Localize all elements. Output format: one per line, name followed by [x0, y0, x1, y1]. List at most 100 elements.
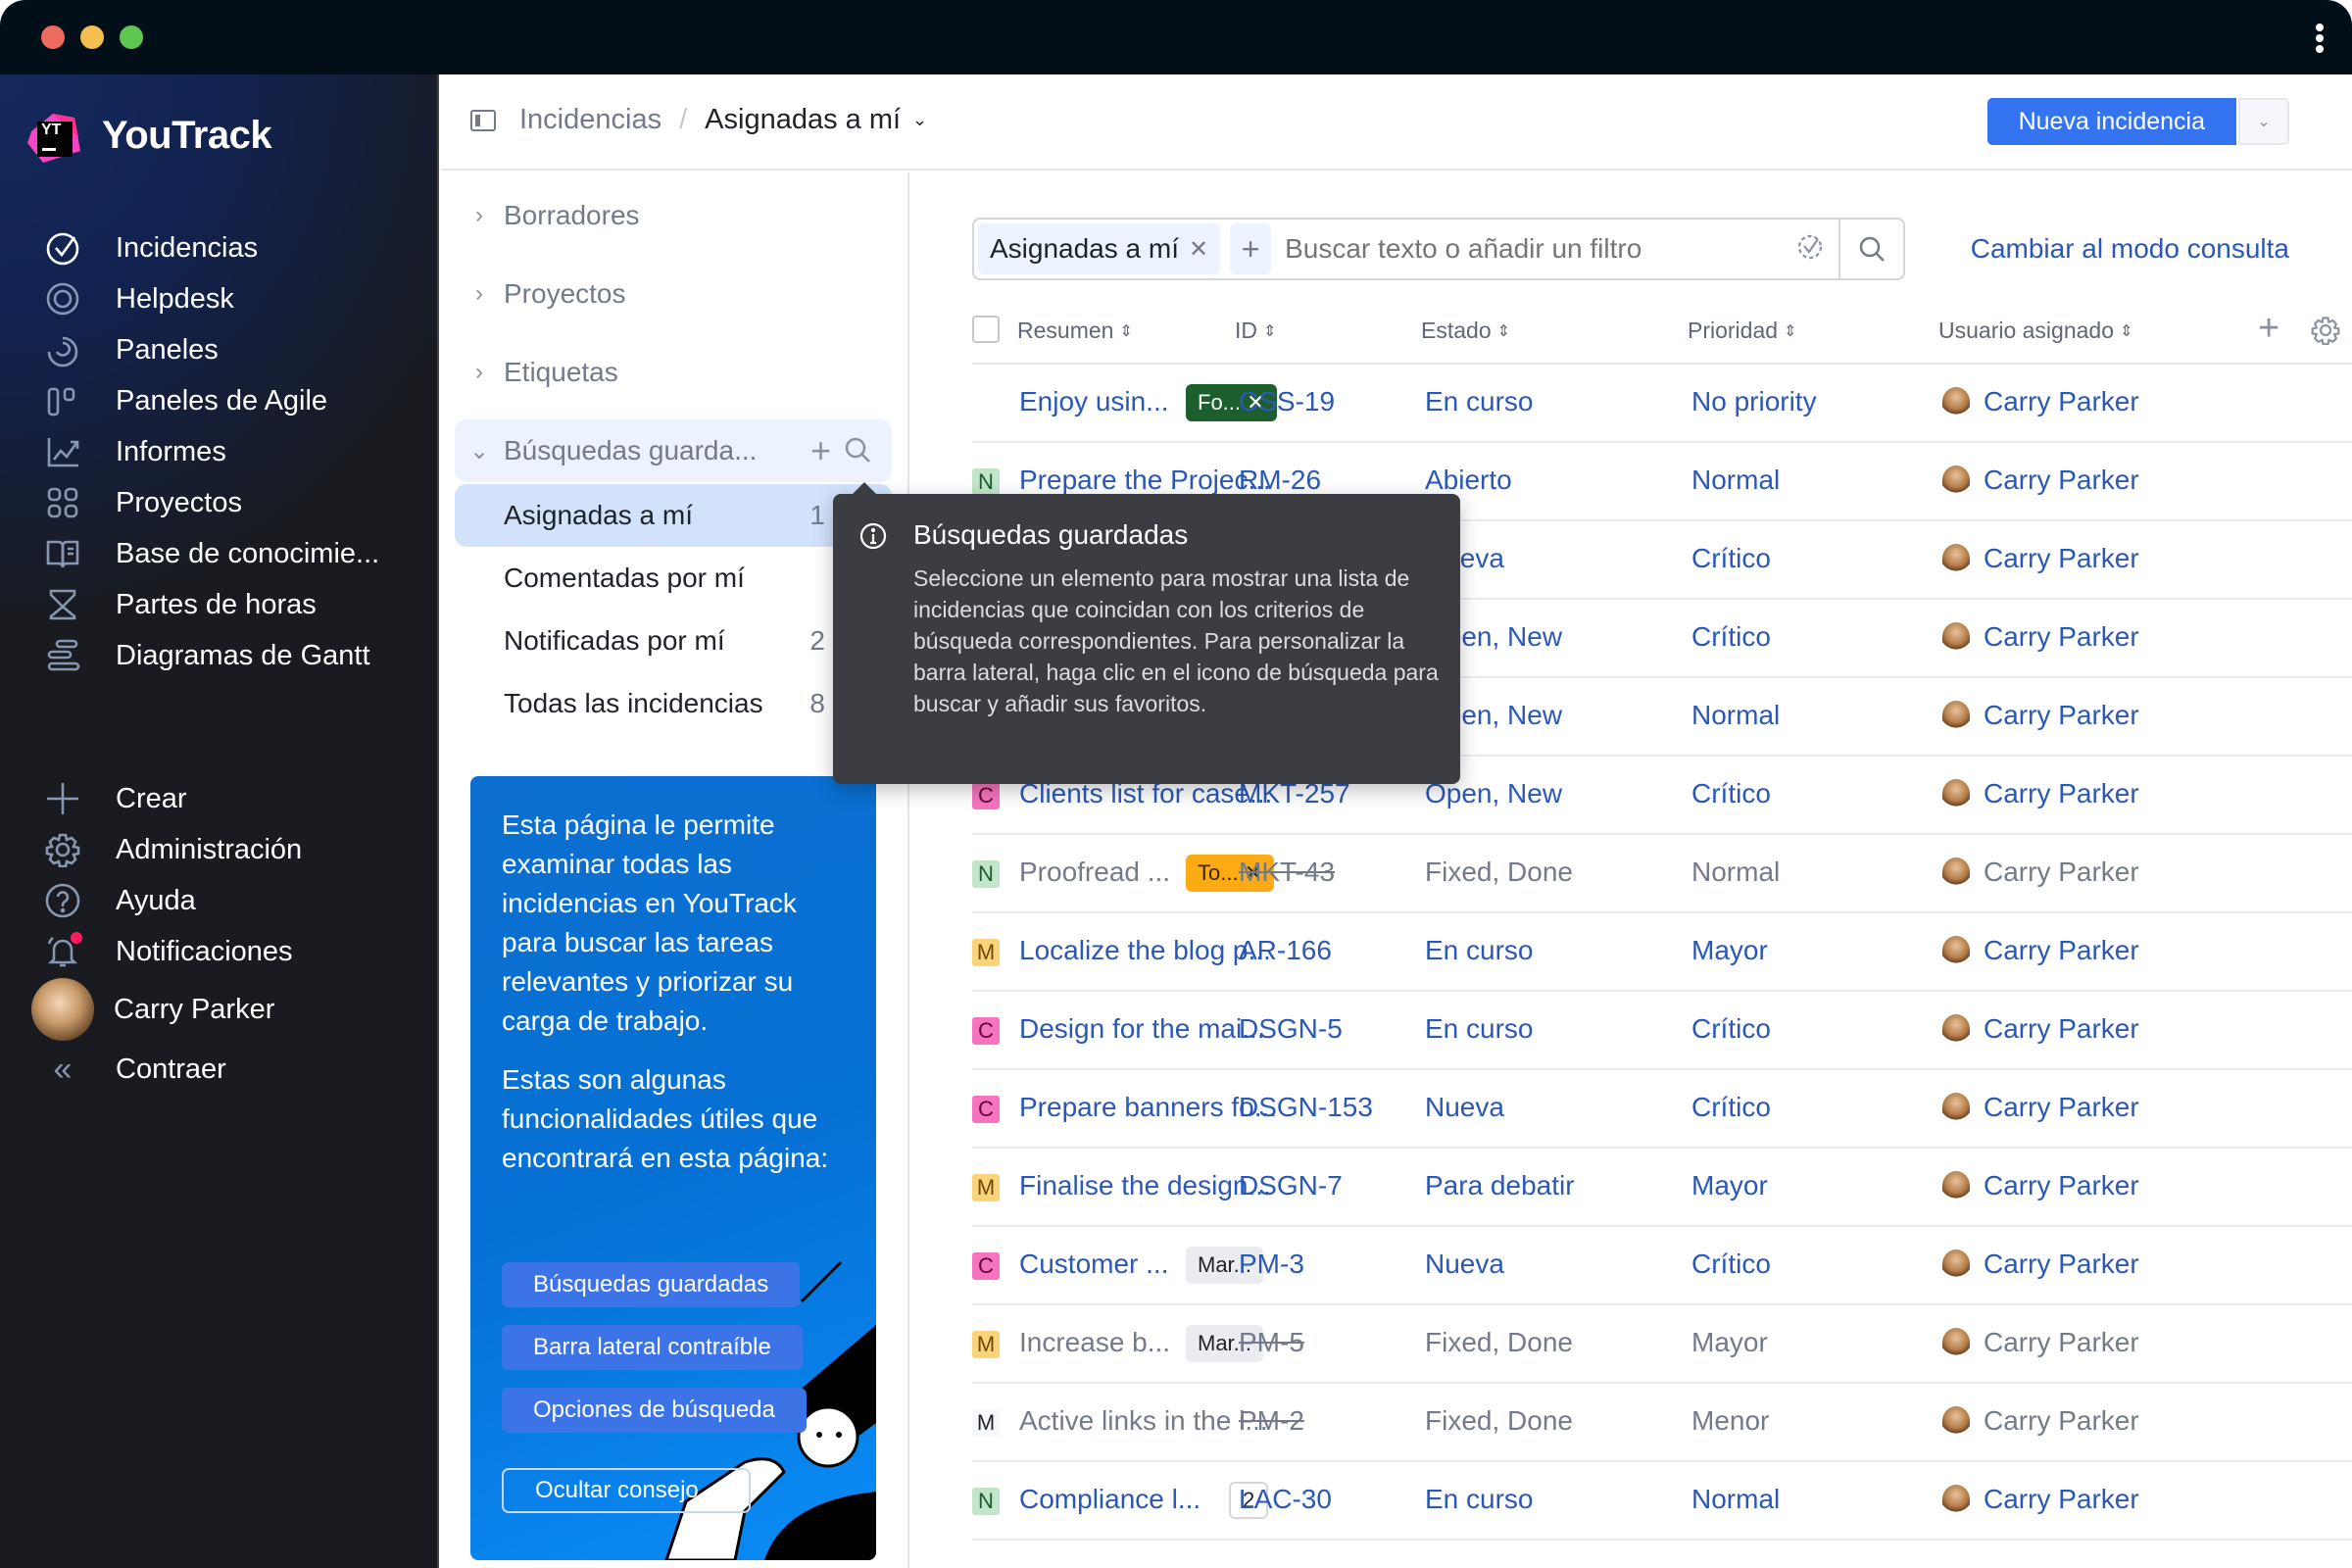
- issue-state[interactable]: Para debatir: [1425, 1170, 1575, 1201]
- issue-summary[interactable]: Proofread ...: [1019, 857, 1170, 888]
- issue-assignee[interactable]: Carry Parker: [1942, 386, 2139, 417]
- tip-link-collapsible-sidebar[interactable]: Barra lateral contraíble: [502, 1325, 803, 1370]
- close-window-button[interactable]: [41, 25, 65, 49]
- hide-tip-button[interactable]: Ocultar consejo: [502, 1468, 751, 1513]
- issue-assignee[interactable]: Carry Parker: [1942, 1327, 2139, 1358]
- saved-search-item[interactable]: Comentadas por mí: [455, 547, 892, 610]
- nav-user-profile[interactable]: Carry Parker: [31, 970, 274, 1049]
- breadcrumb-current[interactable]: Asignadas a mí: [705, 104, 901, 136]
- table-row[interactable]: M Localize the blog p... AR-166 En curso May…: [972, 913, 2352, 992]
- sidebar-group-etiquetas[interactable]: › Etiquetas: [455, 341, 892, 404]
- saved-search-item[interactable]: Notificadas por mí 2: [455, 610, 892, 672]
- column-prioridad[interactable]: Prioridad ⇕: [1688, 318, 1796, 344]
- issue-id[interactable]: MKT-43: [1239, 857, 1335, 888]
- issue-state[interactable]: En curso: [1425, 1013, 1534, 1045]
- issue-id[interactable]: DSGN-7: [1239, 1170, 1343, 1201]
- table-row[interactable]: N Compliance l... 2 LAC-30 En curso Normal Car…: [972, 1462, 2352, 1541]
- issue-id[interactable]: AR-166: [1239, 935, 1332, 966]
- sidebar-group-borradores[interactable]: › Borradores: [455, 184, 892, 247]
- issue-id[interactable]: RM-26: [1239, 465, 1321, 496]
- add-saved-search-icon[interactable]: +: [810, 430, 831, 471]
- issue-id[interactable]: PM-5: [1239, 1327, 1304, 1358]
- nav-item-helpdesk[interactable]: Helpdesk: [43, 274, 234, 323]
- nav-item-notificaciones[interactable]: Notificaciones: [43, 927, 293, 976]
- issue-state[interactable]: Fixed, Done: [1425, 1405, 1573, 1437]
- issue-priority[interactable]: Normal: [1691, 857, 1780, 888]
- table-row[interactable]: M Active links in the i... PM-2 Fixed, Done…: [972, 1384, 2352, 1462]
- add-column-icon[interactable]: +: [2258, 308, 2279, 350]
- select-all-checkbox[interactable]: [972, 316, 1000, 343]
- issue-assignee[interactable]: Carry Parker: [1942, 1170, 2139, 1201]
- app-logo[interactable]: YT YouTrack: [24, 104, 272, 167]
- nav-item-base-conocimiento[interactable]: Base de conocimie...: [43, 529, 379, 578]
- saved-search-item[interactable]: Todas las incidencias 8: [455, 672, 892, 735]
- issue-assignee[interactable]: Carry Parker: [1942, 465, 2139, 496]
- gear-icon[interactable]: [2311, 316, 2340, 345]
- table-row[interactable]: Enjoy usin... Fo... ✕ CSS-19 En curso No pri…: [972, 365, 2352, 443]
- filter-chip[interactable]: Asignadas a mí ✕: [978, 223, 1221, 274]
- issue-state[interactable]: En curso: [1425, 935, 1534, 966]
- column-estado[interactable]: Estado ⇕: [1421, 318, 1510, 344]
- table-row[interactable]: C Customer ... Mar... PM-3 Nueva Crítico Carry…: [972, 1227, 2352, 1305]
- issue-priority[interactable]: Normal: [1691, 465, 1780, 496]
- issue-priority[interactable]: No priority: [1691, 386, 1817, 417]
- issue-id[interactable]: PM-2: [1239, 1405, 1304, 1437]
- nav-item-ayuda[interactable]: Ayuda: [43, 876, 196, 925]
- column-resumen[interactable]: Resumen ⇕: [1017, 318, 1133, 344]
- issue-priority[interactable]: Crítico: [1691, 621, 1771, 653]
- new-issue-button[interactable]: Nueva incidencia: [1986, 98, 2236, 145]
- saved-query-check-icon[interactable]: [1795, 232, 1825, 267]
- nav-item-gantt[interactable]: Diagramas de Gantt: [43, 631, 370, 680]
- search-icon[interactable]: [843, 435, 872, 471]
- new-issue-dropdown-button[interactable]: ⌄: [2238, 98, 2289, 145]
- table-row[interactable]: C Design for the mai... DSGN-5 En curso Crít…: [972, 992, 2352, 1070]
- issue-summary[interactable]: Customer ...: [1019, 1249, 1168, 1280]
- issue-assignee[interactable]: Carry Parker: [1942, 857, 2139, 888]
- maximize-window-button[interactable]: [120, 25, 143, 49]
- breadcrumb-root[interactable]: Incidencias: [519, 104, 662, 136]
- issue-state[interactable]: Nueva: [1425, 1249, 1504, 1280]
- issue-id[interactable]: DSGN-153: [1239, 1092, 1373, 1123]
- nav-item-administracion[interactable]: Administración: [43, 825, 302, 874]
- nav-item-partes-horas[interactable]: Partes de horas: [43, 580, 317, 629]
- chevron-down-icon[interactable]: ⌄: [912, 110, 927, 130]
- tip-link-saved-searches[interactable]: Búsquedas guardadas: [502, 1262, 801, 1307]
- issue-summary[interactable]: Active links in the i...: [1019, 1405, 1268, 1437]
- issue-id[interactable]: CSS-19: [1239, 386, 1335, 417]
- issue-priority[interactable]: Menor: [1691, 1405, 1769, 1437]
- issue-assignee[interactable]: Carry Parker: [1942, 1405, 2139, 1437]
- issue-assignee[interactable]: Carry Parker: [1942, 1092, 2139, 1123]
- issue-priority[interactable]: Normal: [1691, 1484, 1780, 1515]
- issue-summary[interactable]: Design for the mai...: [1019, 1013, 1265, 1045]
- search-input[interactable]: [1285, 233, 1795, 265]
- tip-link-search-options[interactable]: Opciones de búsqueda: [502, 1388, 807, 1433]
- table-row[interactable]: M Increase b... Mar... PM-5 Fixed, Done Mayor…: [972, 1305, 2352, 1384]
- kebab-icon[interactable]: [2315, 24, 2325, 53]
- issue-priority[interactable]: Crítico: [1691, 1249, 1771, 1280]
- minimize-window-button[interactable]: [80, 25, 104, 49]
- issue-summary[interactable]: Enjoy usin...: [1019, 386, 1169, 417]
- issue-id[interactable]: DSGN-5: [1239, 1013, 1343, 1045]
- toggle-sidebar-icon[interactable]: [470, 109, 496, 131]
- saved-search-item[interactable]: Asignadas a mí 1: [455, 484, 892, 547]
- issue-assignee[interactable]: Carry Parker: [1942, 1249, 2139, 1280]
- table-row[interactable]: N Proofread ... To... ✕ MKT-43 Fixed, Done No…: [972, 835, 2352, 913]
- issue-priority[interactable]: Normal: [1691, 700, 1780, 731]
- nav-item-proyectos[interactable]: Proyectos: [43, 478, 242, 527]
- issue-state[interactable]: Abierto: [1425, 465, 1512, 496]
- issue-id[interactable]: PM-3: [1239, 1249, 1304, 1280]
- nav-item-incidencias[interactable]: Incidencias: [43, 223, 258, 272]
- issue-state[interactable]: Nueva: [1425, 1092, 1504, 1123]
- nav-item-paneles[interactable]: Paneles: [43, 325, 219, 374]
- nav-item-informes[interactable]: Informes: [43, 427, 226, 476]
- issue-assignee[interactable]: Carry Parker: [1942, 1013, 2139, 1045]
- table-row[interactable]: M Finalise the design... DSGN-7 Para debati…: [972, 1149, 2352, 1227]
- issue-assignee[interactable]: Carry Parker: [1942, 778, 2139, 809]
- add-filter-button[interactable]: +: [1230, 223, 1272, 274]
- issue-id[interactable]: LAC-30: [1239, 1484, 1332, 1515]
- column-id[interactable]: ID ⇕: [1235, 318, 1276, 344]
- table-row[interactable]: C Prepare banners fo... DSGN-153 Nueva Críti…: [972, 1070, 2352, 1149]
- issue-summary[interactable]: Finalise the design...: [1019, 1170, 1271, 1201]
- issue-priority[interactable]: Mayor: [1691, 935, 1768, 966]
- issue-priority[interactable]: Crítico: [1691, 778, 1771, 809]
